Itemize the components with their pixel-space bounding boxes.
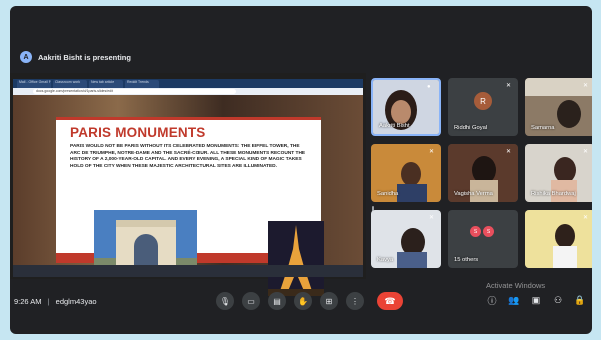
- mic-button[interactable]: 🎙: [216, 292, 234, 310]
- activities-icon: ⚇: [553, 294, 563, 305]
- camera-icon: ▭: [247, 296, 255, 306]
- participant-tile[interactable]: ● Aakriti Bisht: [371, 78, 441, 136]
- participant-name: Aakriti Bisht: [379, 123, 410, 129]
- browser-tab[interactable]: New tab article: [89, 80, 123, 88]
- mic-off-icon: ✕: [583, 83, 589, 89]
- mic-off-icon: ✕: [429, 215, 435, 221]
- mic-off-icon: ✕: [506, 149, 512, 155]
- mic-off-icon: ✕: [583, 149, 589, 155]
- participant-tile[interactable]: ✕ Vagisha Verma: [448, 144, 518, 202]
- mic-icon: 🎙: [219, 296, 231, 306]
- camera-button[interactable]: ▭: [242, 292, 260, 310]
- current-time: 9:26 AM: [14, 297, 42, 306]
- mic-off-icon: ✕: [429, 149, 435, 155]
- participant-name: Riddhi Goyal: [454, 125, 488, 131]
- present-button[interactable]: ⊞: [320, 292, 338, 310]
- participant-name: Vagisha Verma: [454, 191, 493, 197]
- others-avatars: S S: [470, 226, 494, 237]
- participant-avatar: R: [474, 92, 492, 110]
- browser-tab[interactable]: Classroom work: [53, 80, 87, 88]
- presenting-label: Aakriti Bisht is presenting: [38, 52, 131, 62]
- meet-window: A Aakriti Bisht is presenting Mail - Off…: [10, 6, 592, 334]
- browser-tab[interactable]: Reddit Trends: [125, 80, 159, 88]
- address-bar: docs.google.com/presentation/d/1paris-sl…: [13, 88, 363, 95]
- activities-button[interactable]: ⚇: [552, 294, 564, 306]
- mic-active-icon: ●: [427, 84, 431, 90]
- more-options-icon: ⋮: [351, 296, 359, 306]
- others-count: 15 others: [454, 257, 479, 263]
- browser-tab[interactable]: Mail - Office Gmail Files: [17, 80, 51, 88]
- info-icon: ⓘ: [487, 295, 497, 306]
- browser-tab-strip: Mail - Office Gmail Files Classroom work…: [13, 79, 363, 88]
- captions-button[interactable]: ▤: [268, 292, 286, 310]
- eiffel-tower-image: [268, 221, 324, 296]
- host-controls-button[interactable]: 🔒: [574, 294, 586, 306]
- chat-icon: ▣: [531, 294, 541, 305]
- end-call-button[interactable]: ☎: [377, 292, 403, 310]
- presenting-banner: A Aakriti Bisht is presenting: [20, 50, 270, 64]
- raise-hand-icon: ✋: [298, 296, 308, 306]
- participant-name: Sanidha: [377, 191, 399, 197]
- info-button[interactable]: ⓘ: [486, 294, 498, 306]
- participant-tile[interactable]: ✕ Samarna: [525, 78, 592, 136]
- participant-name: Rishika Bhardwaj: [531, 191, 576, 197]
- participant-avatar: S: [470, 226, 481, 237]
- raise-hand-button[interactable]: ✋: [294, 292, 312, 310]
- participant-video: [525, 210, 592, 268]
- participant-tile[interactable]: ✕ Kavya: [371, 210, 441, 268]
- slide-title: PARIS MONUMENTS: [70, 125, 206, 140]
- slide-body-text: PARIS WOULD NOT BE PARIS WITHOUT ITS CEL…: [70, 144, 306, 169]
- mic-off-icon: ✕: [506, 83, 512, 89]
- presenter-avatar: A: [20, 51, 32, 63]
- participant-name: Kavya: [377, 257, 394, 263]
- chat-button[interactable]: ▣: [530, 294, 542, 306]
- separator: |: [47, 297, 50, 306]
- participant-tile[interactable]: ✕ Rishika Bhardwaj: [525, 144, 592, 202]
- participant-name: Samarna: [531, 125, 555, 131]
- shared-screen: Mail - Office Gmail Files Classroom work…: [10, 73, 366, 296]
- windows-taskbar: [13, 265, 363, 277]
- participant-tile[interactable]: ✕: [525, 210, 592, 268]
- people-icon: 👥: [508, 294, 520, 305]
- host-controls-icon: 🔒: [574, 294, 586, 305]
- end-call-icon: ☎: [384, 295, 396, 306]
- people-button[interactable]: 👥: [508, 294, 520, 306]
- present-icon: ⊞: [325, 296, 333, 306]
- captions-icon: ▤: [273, 296, 281, 306]
- presentation-slide: PARIS MONUMENTS PARIS WOULD NOT BE PARIS…: [56, 117, 324, 296]
- call-control-bar: 9:26 AM | edglm43yao 🎙 ▭ ▤ ✋ ⊞ ⋮ ☎ ⓘ 👥 ▣…: [10, 290, 592, 314]
- meeting-clock: 9:26 AM | edglm43yao: [14, 297, 97, 306]
- mic-off-icon: ✕: [583, 215, 589, 221]
- more-options-button[interactable]: ⋮: [346, 292, 364, 310]
- participant-tile[interactable]: ✕ Sanidha: [371, 144, 441, 202]
- participant-tile[interactable]: S S 15 others: [448, 210, 518, 268]
- url-field[interactable]: docs.google.com/presentation/d/1paris-sl…: [33, 89, 236, 94]
- meeting-code: edglm43yao: [55, 297, 97, 306]
- participant-avatar: S: [483, 226, 494, 237]
- participant-tile[interactable]: R ✕ Riddhi Goyal: [448, 78, 518, 136]
